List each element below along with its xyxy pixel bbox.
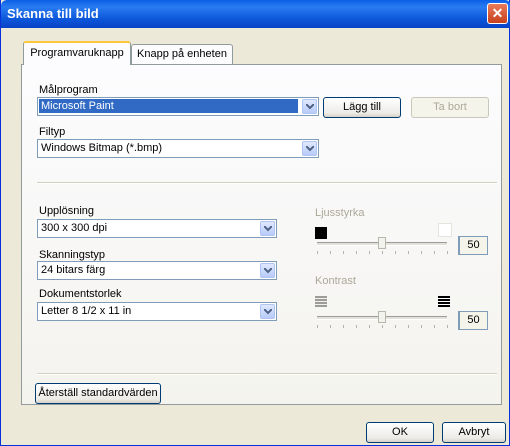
scan-type-select[interactable]: 24 bitars färg <box>37 261 277 280</box>
brightness-label: Ljusstyrka <box>315 207 365 219</box>
slider-tick <box>330 325 331 328</box>
resolution-select[interactable]: 300 x 300 dpi <box>37 219 277 238</box>
slider-tick <box>330 251 331 254</box>
slider-tick <box>434 325 435 328</box>
slider-tick <box>317 251 318 254</box>
target-app-select[interactable]: Microsoft Paint <box>37 97 319 116</box>
slider-tick <box>356 251 357 254</box>
slider-tick <box>343 325 344 328</box>
resolution-value: 300 x 300 dpi <box>41 222 108 234</box>
separator <box>37 373 497 375</box>
chevron-down-icon[interactable] <box>260 263 275 278</box>
slider-tick <box>447 251 448 254</box>
high-contrast-icon <box>438 296 450 307</box>
doc-size-label: Dokumentstorlek <box>39 288 122 300</box>
file-type-label: Filtyp <box>39 126 66 138</box>
brightness-value[interactable]: 50 <box>458 236 488 255</box>
file-type-value: Windows Bitmap (*.bmp) <box>41 142 163 154</box>
ok-button[interactable]: OK <box>366 422 434 443</box>
add-button[interactable]: Lägg till <box>323 97 401 118</box>
remove-button[interactable]: Ta bort <box>411 97 489 118</box>
target-app-value: Microsoft Paint <box>39 99 298 113</box>
slider-tick <box>434 251 435 254</box>
slider-tick <box>382 325 383 328</box>
title-bar[interactable]: Skanna till bild ✕ <box>1 0 510 28</box>
dark-swatch-icon <box>315 227 327 239</box>
file-type-select[interactable]: Windows Bitmap (*.bmp) <box>37 139 319 158</box>
slider-tick <box>408 251 409 254</box>
low-contrast-icon <box>315 296 327 307</box>
separator <box>37 182 497 184</box>
chevron-down-icon[interactable] <box>302 141 317 156</box>
contrast-value[interactable]: 50 <box>458 311 488 330</box>
resolution-label: Upplösning <box>39 205 95 217</box>
close-button[interactable]: ✕ <box>487 3 508 24</box>
chevron-down-icon[interactable] <box>260 221 275 236</box>
scan-type-label: Skanningstyp <box>39 249 106 261</box>
restore-defaults-button[interactable]: Återställ standardvärden <box>35 383 161 404</box>
chevron-down-icon[interactable] <box>302 99 317 114</box>
chevron-down-icon[interactable] <box>260 304 275 319</box>
slider-tick <box>421 325 422 328</box>
slider-tick <box>369 325 370 328</box>
doc-size-select[interactable]: Letter 8 1/2 x 11 in <box>37 302 277 321</box>
slider-tick <box>395 325 396 328</box>
tab-programvaruknapp[interactable]: Programvaruknapp <box>23 41 131 65</box>
slider-tick <box>382 251 383 254</box>
slider-tick <box>343 251 344 254</box>
slider-tick <box>395 251 396 254</box>
slider-tick <box>369 251 370 254</box>
slider-tick <box>356 325 357 328</box>
cancel-button[interactable]: Avbryt <box>442 422 506 443</box>
target-app-label: Målprogram <box>39 84 98 96</box>
light-swatch-icon <box>438 223 452 237</box>
scan-type-value: 24 bitars färg <box>41 264 106 276</box>
doc-size-value: Letter 8 1/2 x 11 in <box>41 305 132 317</box>
slider-tick <box>421 251 422 254</box>
tab-knapp-pa-enheten[interactable]: Knapp på enheten <box>131 44 233 64</box>
contrast-slider-thumb[interactable] <box>378 311 386 323</box>
slider-tick <box>317 325 318 328</box>
window-title: Skanna till bild <box>7 6 99 21</box>
brightness-slider-thumb[interactable] <box>378 237 386 249</box>
contrast-label: Kontrast <box>315 275 356 287</box>
slider-tick <box>447 325 448 328</box>
slider-tick <box>408 325 409 328</box>
dialog-window: Skanna till bild ✕ Programvaruknapp Knap… <box>0 0 510 446</box>
